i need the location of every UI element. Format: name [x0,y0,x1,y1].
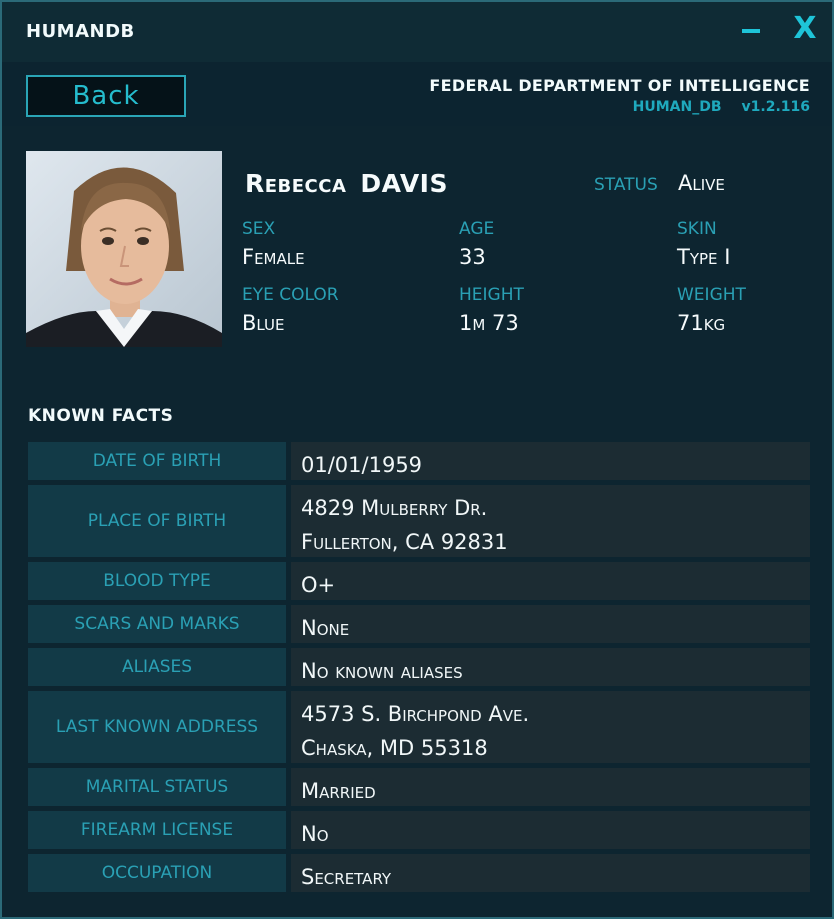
portrait-image [26,151,222,347]
minimize-icon [742,29,760,33]
weight-value: 71kg [677,311,726,335]
height-label: HEIGHT [459,285,524,305]
fact-value: None [291,605,810,643]
fact-value-line: O+ [301,573,336,597]
fact-row-occupation: OCCUPATION Secretary [28,854,810,892]
close-button[interactable]: X [788,12,822,46]
fact-label: SCARS AND MARKS [28,605,286,643]
fact-value-line: Fullerton, CA 92831 [301,530,508,554]
last-name: DAVIS [360,169,448,198]
eye-color-value: Blue [242,311,285,335]
back-button[interactable]: Back [26,75,186,117]
fact-value: 4573 S. Birchpond Ave. Chaska, MD 55318 [291,691,810,763]
fact-value-line: No known aliases [301,659,463,683]
version-label: v1.2.116 [741,99,810,115]
organization-title: FEDERAL DEPARTMENT OF INTELLIGENCE [429,76,810,95]
fact-row-firearm-license: FIREARM LICENSE No [28,811,810,849]
fact-value: 4829 Mulberry Dr. Fullerton, CA 92831 [291,485,810,557]
fact-value: 01/01/1959 [291,442,810,480]
humandb-window: HUMANDB X Back FEDERAL DEPARTMENT OF INT… [0,0,834,919]
fact-label: MARITAL STATUS [28,768,286,806]
status-label: STATUS [594,175,658,195]
app-title: HUMANDB [26,21,135,42]
sex-value: Female [242,245,305,269]
fact-row-blood-type: BLOOD TYPE O+ [28,562,810,600]
known-facts-heading: KNOWN FACTS [28,406,174,426]
fact-row-aliases: ALIASES No known aliases [28,648,810,686]
fact-value-line: Chaska, MD 55318 [301,736,488,760]
fact-value: No known aliases [291,648,810,686]
fact-value-line: 01/01/1959 [301,453,423,477]
fact-label: PLACE OF BIRTH [28,485,286,557]
profile-photo [26,151,222,347]
fact-value: O+ [291,562,810,600]
fact-label: LAST KNOWN ADDRESS [28,691,286,763]
fact-row-place-of-birth: PLACE OF BIRTH 4829 Mulberry Dr. Fullerto… [28,485,810,557]
age-value: 33 [459,245,486,269]
fact-row-date-of-birth: DATE OF BIRTH 01/01/1959 [28,442,810,480]
fact-label: ALIASES [28,648,286,686]
skin-label: SKIN [677,219,717,239]
fact-label: BLOOD TYPE [28,562,286,600]
sex-label: SEX [242,219,276,239]
eye-color-label: EYE COLOR [242,285,339,305]
profile-panel: Rebecca DAVIS STATUS Alive SEX Female AGE… [2,126,832,917]
database-version: HUMAN_DB v1.2.116 [633,99,810,115]
status-value: Alive [678,171,725,195]
fact-label: DATE OF BIRTH [28,442,286,480]
skin-value: Type I [677,245,731,269]
fact-value-line: None [301,616,350,640]
fact-value-line: Married [301,779,376,803]
fact-value: Married [291,768,810,806]
fact-value-line: Secretary [301,865,392,889]
minimize-button[interactable] [734,12,768,46]
fact-label: FIREARM LICENSE [28,811,286,849]
database-name: HUMAN_DB [632,99,722,115]
fact-value: No [291,811,810,849]
fact-row-last-known-address: LAST KNOWN ADDRESS 4573 S. Birchpond Ave… [28,691,810,763]
person-name: Rebecca DAVIS [245,169,448,198]
header-bar: Back FEDERAL DEPARTMENT OF INTELLIGENCE … [2,62,832,126]
first-name: Rebecca [245,169,347,198]
height-value: 1m 73 [459,311,519,335]
title-bar: HUMANDB X [2,2,832,62]
fact-row-marital-status: MARITAL STATUS Married [28,768,810,806]
fact-value-line: No [301,822,329,846]
fact-value: Secretary [291,854,810,892]
age-label: AGE [459,219,495,239]
fact-row-scars-and-marks: SCARS AND MARKS None [28,605,810,643]
weight-label: WEIGHT [677,285,746,305]
fact-value-line: 4829 Mulberry Dr. [301,496,488,520]
fact-value-line: 4573 S. Birchpond Ave. [301,702,530,726]
fact-label: OCCUPATION [28,854,286,892]
